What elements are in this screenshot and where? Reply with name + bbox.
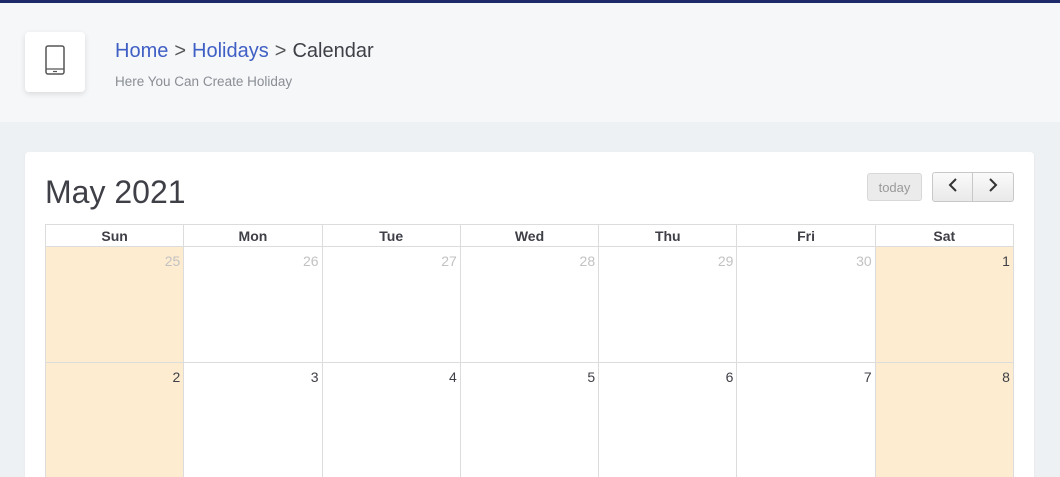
weekday-header: Sat	[875, 225, 1014, 247]
day-cell[interactable]: 8	[875, 363, 1014, 477]
month-grid: Sun Mon Tue Wed Thu Fri Sat 25 26 27 28 …	[45, 224, 1014, 477]
page-header: Home > Holidays > Calendar Here You Can Crea…	[0, 3, 1060, 122]
chevron-left-icon	[948, 177, 958, 197]
day-cell[interactable]: 29	[599, 247, 738, 363]
day-number: 30	[856, 253, 872, 269]
day-cell[interactable]: 1	[875, 247, 1014, 363]
breadcrumb-current: Calendar	[292, 40, 374, 62]
day-number: 4	[449, 369, 457, 385]
day-cell[interactable]: 3	[184, 363, 323, 477]
day-number: 29	[717, 253, 734, 269]
day-cell[interactable]: 5	[461, 363, 600, 477]
day-cell[interactable]: 25	[46, 247, 185, 363]
day-number: 25	[164, 253, 181, 269]
prev-month-button[interactable]	[932, 172, 973, 202]
weekday-header: Mon	[184, 225, 323, 247]
breadcrumb: Home > Holidays > Calendar	[115, 40, 374, 63]
page-icon-box	[25, 32, 85, 92]
weekday-header: Wed	[460, 225, 600, 247]
day-cell[interactable]: 6	[599, 363, 738, 477]
mobile-phone-icon	[45, 44, 65, 80]
next-month-button[interactable]	[973, 172, 1014, 202]
week-row: 25 26 27 28 29 30 1	[46, 247, 1014, 363]
weekday-header: Tue	[322, 225, 461, 247]
weekday-header: Thu	[599, 225, 738, 247]
day-number: 27	[441, 253, 457, 269]
day-cell[interactable]: 28	[460, 247, 600, 363]
day-cell[interactable]: 4	[323, 363, 461, 477]
day-number: 5	[587, 369, 596, 385]
day-number: 8	[1002, 369, 1010, 385]
breadcrumb-separator: >	[174, 40, 187, 62]
page-subtitle: Here You Can Create Holiday	[115, 74, 293, 89]
day-number: 26	[302, 253, 319, 269]
day-cell[interactable]: 2	[46, 363, 185, 477]
calendar-title: May 2021	[45, 174, 186, 210]
breadcrumb-separator: >	[274, 40, 287, 62]
weekday-header: Fri	[737, 225, 876, 247]
day-number: 3	[310, 369, 319, 385]
chevron-right-icon	[988, 177, 998, 197]
day-number: 2	[172, 369, 181, 385]
today-button[interactable]: today	[867, 173, 922, 201]
day-number: 6	[725, 369, 734, 385]
day-number: 7	[863, 369, 872, 385]
day-number: 1	[1002, 253, 1010, 269]
day-cell[interactable]: 27	[322, 247, 461, 363]
calendar-card: May 2021 today Sun Mon Tue Wed Thu Fri S…	[25, 152, 1034, 477]
day-number: 28	[579, 253, 596, 269]
breadcrumb-holidays[interactable]: Holidays	[192, 40, 269, 62]
week-row: 2 3 4 5 6 7 8	[46, 363, 1014, 477]
breadcrumb-home[interactable]: Home	[115, 40, 168, 62]
calendar-nav	[932, 172, 1014, 202]
day-cell[interactable]: 7	[737, 363, 876, 477]
day-cell[interactable]: 30	[737, 247, 876, 363]
weekday-header-row: Sun Mon Tue Wed Thu Fri Sat	[46, 225, 1014, 247]
day-cell[interactable]: 26	[184, 247, 323, 363]
weekday-header: Sun	[46, 225, 185, 247]
